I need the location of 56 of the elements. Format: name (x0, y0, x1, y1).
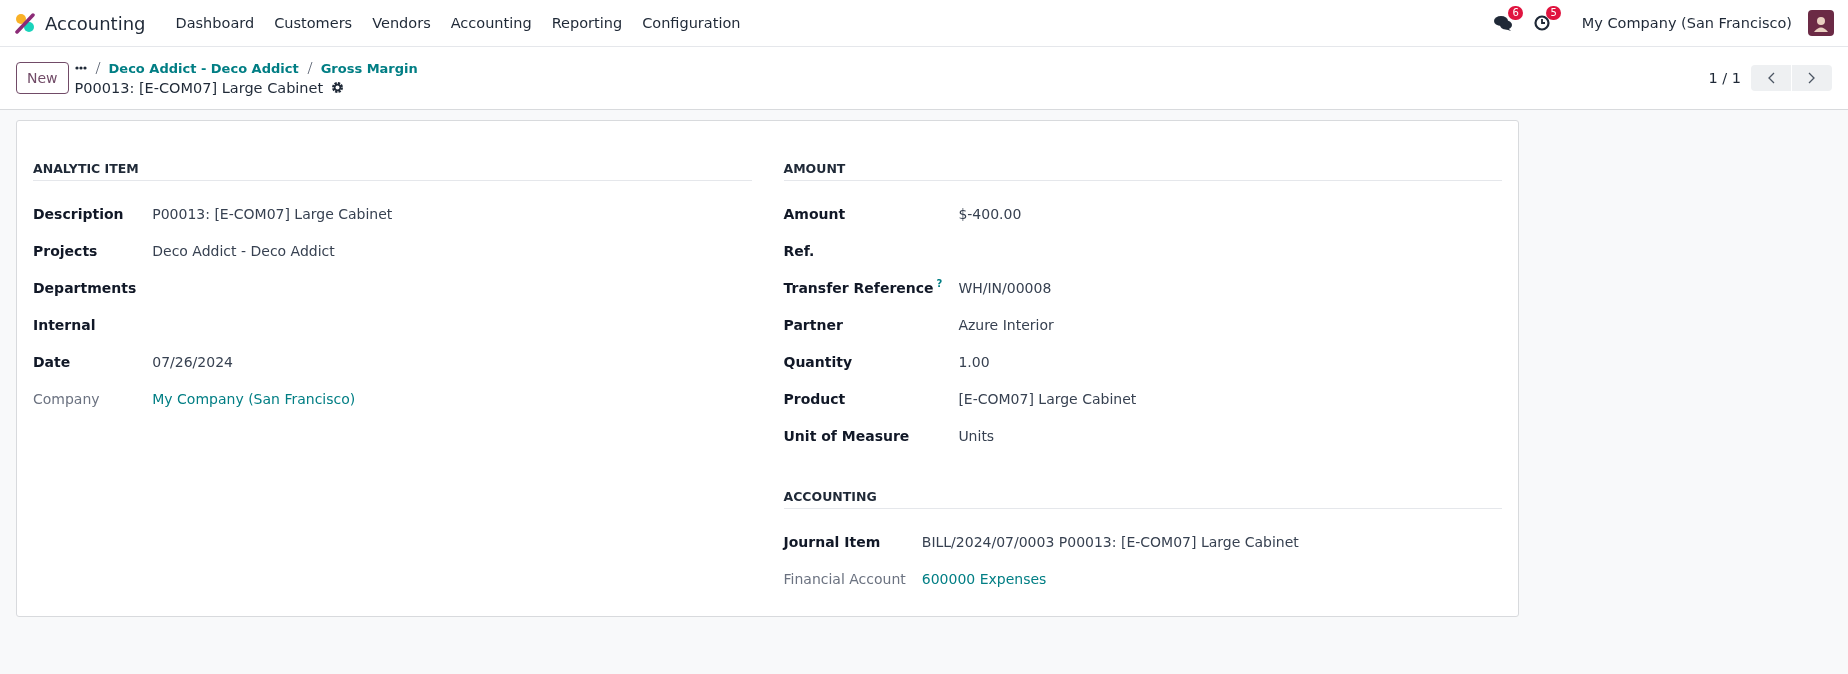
user-avatar[interactable] (1808, 10, 1834, 36)
section-heading: ACCOUNTING (783, 489, 1502, 509)
field-value: $-400.00 (958, 206, 1022, 222)
field-label: Unit of Measure (783, 428, 910, 444)
field-label: Product (783, 391, 846, 407)
field-label: Financial Account (783, 571, 906, 587)
field-value: WH/IN/00008 (958, 280, 1052, 296)
new-button[interactable]: New (16, 62, 69, 94)
field-value: Azure Interior (958, 317, 1054, 333)
field-label: Internal (33, 317, 96, 333)
menu-item[interactable]: Customers (264, 15, 363, 31)
menu-item[interactable]: Accounting (440, 15, 542, 31)
field-value: P00013: [E-COM07] Large Cabinet (152, 206, 393, 222)
field-label: Journal Item (783, 534, 881, 550)
field-value: 07/26/2024 (152, 354, 233, 370)
breadcrumb-link[interactable]: Gross Margin (320, 60, 418, 76)
field-value: BILL/2024/07/0003 P00013: [E-COM07] Large Cabinet (921, 534, 1299, 550)
record-title: P00013: [E-COM07] Large Cabinet (74, 79, 324, 96)
breadcrumb-link[interactable]: Deco Addict - Deco Addict (108, 60, 299, 76)
field-value: [E-COM07] Large Cabinet (958, 391, 1137, 407)
messages-badge: 6 (1508, 6, 1523, 20)
slash-icon (306, 62, 313, 74)
help-tooltip[interactable]: ? (936, 278, 943, 290)
menu-item[interactable]: Reporting (541, 15, 633, 31)
activities-badge: 5 (1546, 6, 1561, 20)
field-label: Amount (783, 206, 846, 222)
field-label: Company (33, 391, 100, 407)
more-icon[interactable] (74, 66, 87, 70)
app-logo-icon[interactable] (14, 12, 36, 34)
field-value: 1.00 (958, 354, 990, 370)
section-heading: ANALYTIC ITEM (33, 161, 752, 181)
menu-item[interactable]: Configuration (632, 15, 751, 31)
field-label: Projects (33, 243, 98, 259)
menu-item[interactable]: Dashboard (165, 15, 265, 31)
field-value: Deco Addict - Deco Addict (152, 243, 335, 259)
pager-value[interactable]: 1 / 1 (1708, 70, 1741, 86)
menu-item[interactable]: Vendors (362, 15, 441, 31)
field-link[interactable]: My Company (San Francisco) (152, 391, 356, 407)
field-label: Transfer Reference (783, 280, 934, 296)
field-label: Date (33, 354, 71, 370)
chat-icon[interactable] (1493, 15, 1512, 31)
company-switcher[interactable]: My Company (San Francisco) (1581, 15, 1792, 31)
app-name[interactable]: Accounting (45, 12, 146, 34)
field-label: Description (33, 206, 124, 222)
gear-icon[interactable] (331, 81, 345, 94)
clock-icon[interactable] (1533, 15, 1550, 31)
chevron-left-icon (1767, 72, 1775, 84)
slash-icon (94, 62, 101, 74)
field-label: Departments (33, 280, 137, 296)
field-link[interactable]: 600000 Expenses (921, 571, 1047, 587)
section-heading: AMOUNT (783, 161, 1502, 181)
field-value: Units (958, 428, 995, 444)
chevron-right-icon (1808, 72, 1816, 84)
field-label: Ref. (783, 243, 815, 259)
field-label: Quantity (783, 354, 853, 370)
field-label: Partner (783, 317, 843, 333)
